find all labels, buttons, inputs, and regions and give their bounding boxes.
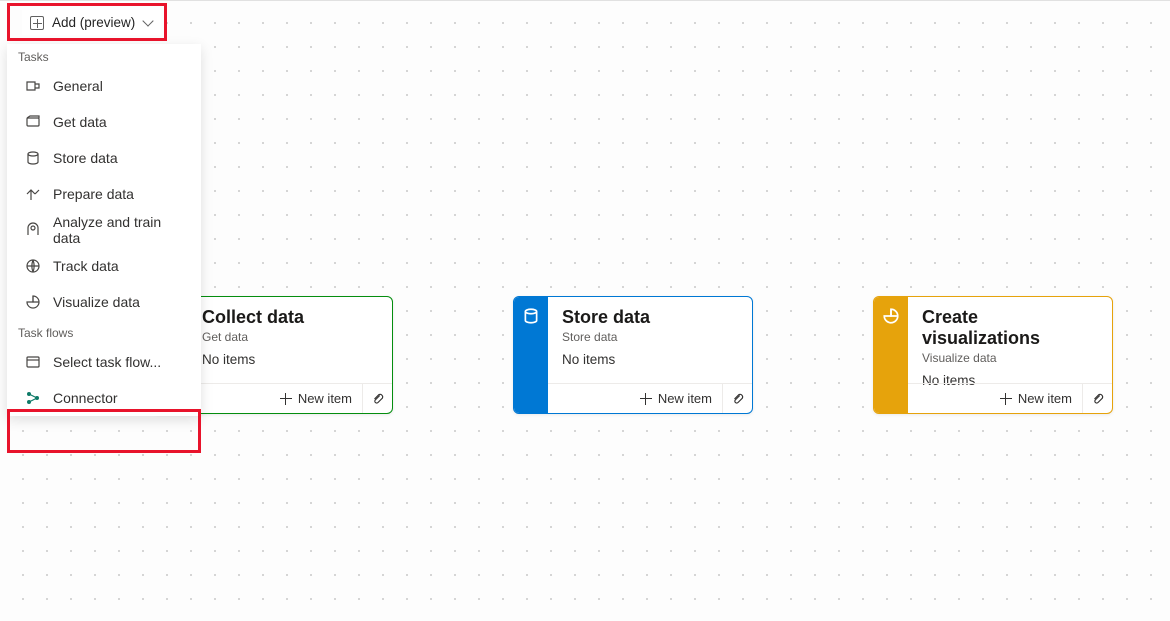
menu-item-label: Analyze and train data [53,214,183,246]
menu-item-visualize-data[interactable]: Visualize data [7,284,201,320]
menu-item-label: Prepare data [53,186,134,202]
card-title: Store data [562,307,738,328]
menu-item-label: Connector [53,390,118,406]
new-item-button[interactable]: New item [270,384,362,413]
card-footer: New item [908,383,1112,413]
database-icon [522,307,540,325]
plus-icon [1000,393,1012,405]
menu-item-get-data[interactable]: Get data [7,104,201,140]
menu-item-analyze-train-data[interactable]: Analyze and train data [7,212,201,248]
store-data-icon [25,150,41,166]
menu-item-label: Get data [53,114,107,130]
card-accent-viz [874,297,908,413]
attach-icon [1091,392,1105,406]
menu-item-label: Store data [53,150,118,166]
new-item-label: New item [658,391,712,406]
dropdown-section-taskflows: Task flows [7,320,201,344]
add-button-label: Add (preview) [52,15,135,30]
track-data-icon [25,258,41,274]
card-footer: New item [548,383,752,413]
new-item-button[interactable]: New item [630,384,722,413]
chevron-down-icon [143,20,153,26]
attach-button[interactable] [1082,384,1112,413]
attach-button[interactable] [362,384,392,413]
card-title: Create visualizations [922,307,1098,349]
card-items-text: No items [562,352,738,367]
card-footer: New item [188,383,392,413]
get-data-icon [25,114,41,130]
pie-chart-icon [882,307,900,325]
menu-item-label: Track data [53,258,119,274]
card-subtitle: Visualize data [922,351,1098,365]
visualize-icon [25,294,41,310]
menu-item-general[interactable]: General [7,68,201,104]
card-body: Store data Store data No items New item [548,297,752,413]
analyze-icon [25,222,41,238]
attach-icon [371,392,385,406]
general-icon [25,78,41,94]
menu-item-store-data[interactable]: Store data [7,140,201,176]
card-subtitle: Get data [202,330,378,344]
plus-icon [640,393,652,405]
card-body: Collect data Get data No items New item [188,297,392,413]
top-border [0,0,1170,1]
card-items-text: No items [202,352,378,367]
task-card-create-visualizations[interactable]: Create visualizations Visualize data No … [873,296,1113,414]
card-title: Collect data [202,307,378,328]
new-item-label: New item [298,391,352,406]
menu-item-label: General [53,78,103,94]
attach-icon [731,392,745,406]
menu-item-prepare-data[interactable]: Prepare data [7,176,201,212]
attach-button[interactable] [722,384,752,413]
menu-item-select-task-flow[interactable]: Select task flow... [7,344,201,380]
prepare-data-icon [25,186,41,202]
task-flow-icon [25,354,41,370]
new-item-label: New item [1018,391,1072,406]
dropdown-section-tasks: Tasks [7,44,201,68]
new-item-button[interactable]: New item [990,384,1082,413]
card-accent-store [514,297,548,413]
menu-item-label: Visualize data [53,294,140,310]
task-card-store-data[interactable]: Store data Store data No items New item [513,296,753,414]
add-dropdown-panel: Tasks General Get data Store data Prepar… [7,44,201,416]
add-preview-button[interactable]: Add (preview) [22,10,161,35]
card-body: Create visualizations Visualize data No … [908,297,1112,413]
menu-item-connector[interactable]: Connector [7,380,201,416]
connector-icon [25,390,41,406]
menu-item-label: Select task flow... [53,354,161,370]
card-subtitle: Store data [562,330,738,344]
menu-item-track-data[interactable]: Track data [7,248,201,284]
plus-square-icon [30,16,44,30]
plus-icon [280,393,292,405]
